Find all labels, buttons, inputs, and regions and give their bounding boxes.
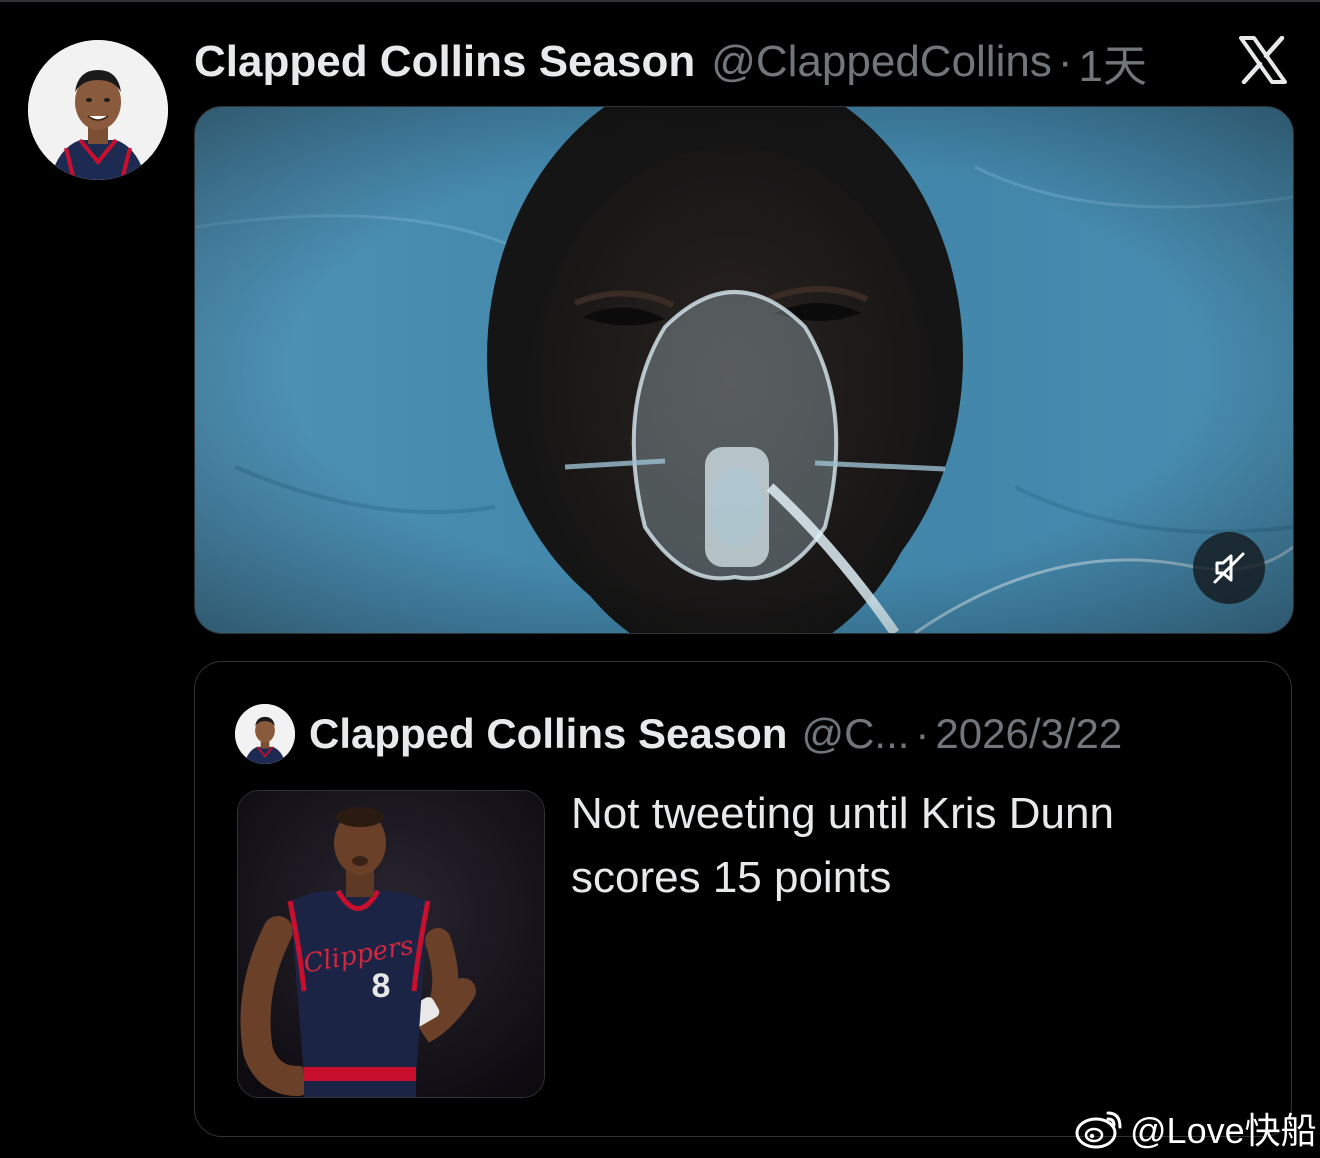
avatar[interactable] <box>28 40 168 180</box>
avatar-photo <box>28 40 168 180</box>
jersey-number-text: 8 <box>372 967 391 1005</box>
quote-display-name[interactable]: Clapped Collins Season <box>309 710 787 758</box>
separator-dot: · <box>1057 37 1073 86</box>
quoted-tweet[interactable]: Clapped Collins Season @C... · 2026/3/22 <box>194 661 1292 1137</box>
video-player[interactable] <box>194 106 1294 634</box>
handle[interactable]: @ClappedCollins <box>711 37 1052 87</box>
timestamp[interactable]: 1天 <box>1079 30 1147 94</box>
quote-image[interactable]: Clippers 8 <box>237 790 545 1098</box>
quote-avatar[interactable] <box>235 704 295 764</box>
quote-header: Clapped Collins Season @C... · 2026/3/22 <box>309 706 1122 762</box>
divider <box>0 0 1320 2</box>
volume-muted-icon <box>1213 552 1245 584</box>
tweet-header: Clapped Collins Season @ClappedCollins ·… <box>194 34 1147 91</box>
mute-button[interactable] <box>1193 532 1265 604</box>
watermark-text: @Love快船 <box>1130 1110 1317 1151</box>
display-name[interactable]: Clapped Collins Season <box>194 37 695 87</box>
watermark: @Love快船 <box>1074 1102 1317 1154</box>
x-logo-icon[interactable] <box>1238 36 1288 84</box>
quote-text: Not tweeting until Kris Dunn scores 15 p… <box>571 789 1114 902</box>
quote-avatar-photo <box>235 704 295 764</box>
weibo-icon <box>1075 1111 1122 1149</box>
video-frame <box>195 107 1293 633</box>
quote-separator-dot: · <box>915 710 930 757</box>
player-photo: Clippers 8 <box>238 791 544 1097</box>
quote-date[interactable]: 2026/3/22 <box>935 710 1122 758</box>
tweet[interactable]: Clapped Collins Season @ClappedCollins ·… <box>0 0 1320 1158</box>
quote-handle[interactable]: @C... <box>801 710 909 758</box>
